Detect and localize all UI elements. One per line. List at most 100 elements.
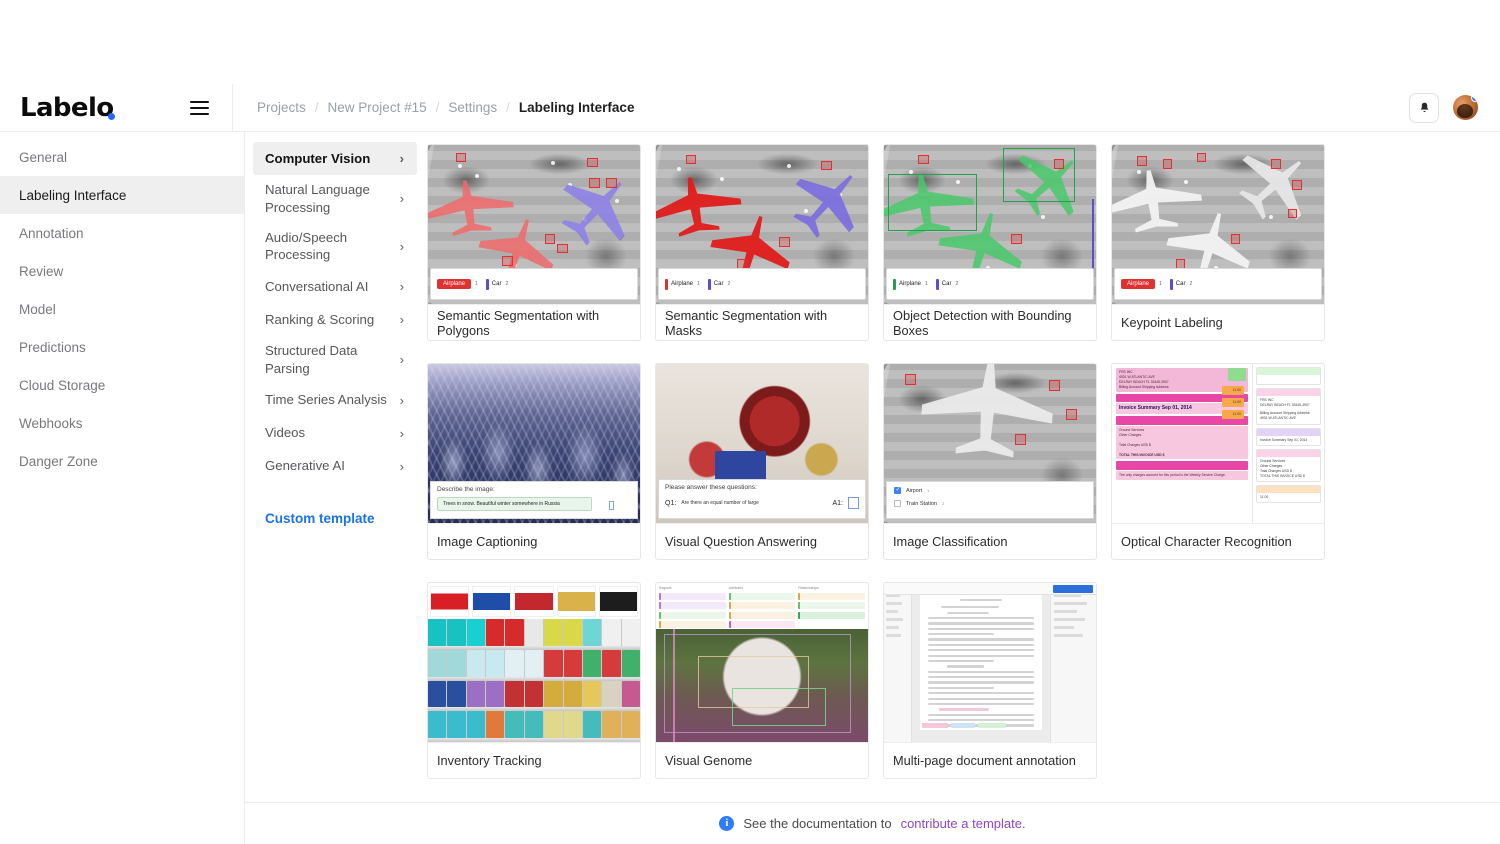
sidebar-item-model[interactable]: Model xyxy=(0,290,244,328)
template-card-title: Semantic Segmentation with Polygons xyxy=(437,307,600,338)
template-card-image-classification[interactable]: Airport 1 Train Station 2 Image Classifi… xyxy=(883,363,1097,560)
chevron-right-icon: › xyxy=(399,278,404,294)
template-preview-image: Airplane 1 Car 2 xyxy=(1112,145,1324,305)
sidebar-item-labeling-interface[interactable]: Labeling Interface xyxy=(0,176,244,214)
ocr-amount: 11.00 xyxy=(1222,386,1244,395)
ocr-amount: 11.00 xyxy=(1222,397,1244,407)
template-card-title: Image Captioning xyxy=(437,534,538,549)
region-column-header: Relationships xyxy=(798,586,819,590)
template-grid-area: Airplane 1 Car 2 Semantic Segmentation w… xyxy=(425,132,1500,802)
footer-bar: i See the documentation to contribute a … xyxy=(245,802,1500,844)
template-card-visual-question-answering[interactable]: Please answer these questions: Q1: Are t… xyxy=(655,363,869,560)
chevron-right-icon: › xyxy=(399,425,404,441)
classification-option-airport[interactable]: Airport 1 xyxy=(894,486,1086,494)
vqa-answer-input[interactable] xyxy=(848,497,859,509)
ocr-text: 11.00 xyxy=(1260,495,1269,500)
product-reference-strip xyxy=(428,583,640,619)
category-structured-data-parsing[interactable]: Structured Data Parsing › xyxy=(253,336,417,384)
template-card-semantic-segmentation-polygons[interactable]: Airplane 1 Car 2 Semantic Segmentation w… xyxy=(427,144,641,341)
ocr-block: Total Charges USD $ xyxy=(1119,442,1151,447)
breadcrumb-separator: / xyxy=(435,100,440,115)
preview-tag-label: Airplane xyxy=(1121,279,1156,289)
panda-image xyxy=(656,629,868,742)
category-ranking-scoring[interactable]: Ranking & Scoring › xyxy=(253,303,417,336)
preview-tag-airplane: Airplane 1 xyxy=(437,279,478,289)
document-sidebar-panel xyxy=(1050,583,1096,742)
chevron-right-icon: › xyxy=(399,311,404,327)
preview-tag-airplane: Airplane 1 xyxy=(893,278,928,290)
option-hotkey: 1 xyxy=(927,488,930,493)
bell-icon xyxy=(1420,102,1428,112)
category-label: Computer Vision xyxy=(265,150,371,166)
category-computer-vision[interactable]: Computer Vision › xyxy=(253,142,417,175)
template-card-title: Object Detection with Bounding Boxes xyxy=(893,307,1072,338)
sidebar-item-cloud-storage[interactable]: Cloud Storage xyxy=(0,366,244,404)
preview-tag-label: Car xyxy=(491,281,502,287)
template-card-inventory-tracking[interactable]: Inventory Tracking xyxy=(427,582,641,779)
template-preview-image: FRS INC 4931 W ATLANTIC AVE DELRAY BEACH… xyxy=(1112,364,1324,524)
template-card-visual-genome[interactable]: Regions Attributes Relationships Visual … xyxy=(655,582,869,779)
template-grid: Airplane 1 Car 2 Semantic Segmentation w… xyxy=(425,138,1500,779)
preview-tag-airplane: Airplane 1 xyxy=(665,278,700,290)
sidebar-item-danger-zone[interactable]: Danger Zone xyxy=(0,442,244,480)
hamburger-icon[interactable] xyxy=(180,89,218,127)
template-card-title: Multi-page document annotation xyxy=(893,753,1076,768)
breadcrumb-item-project[interactable]: New Project #15 xyxy=(328,100,427,115)
category-audio-speech-processing[interactable]: Audio/Speech Processing › xyxy=(253,223,417,271)
ocr-text: TOTAL THIS INVOICE USD $ xyxy=(1260,473,1305,478)
sidebar-item-review[interactable]: Review xyxy=(0,252,244,290)
category-label: Videos xyxy=(265,425,306,441)
sidebar-item-webhooks[interactable]: Webhooks xyxy=(0,404,244,442)
custom-template-link[interactable]: Custom template xyxy=(253,501,417,526)
app-header: Labelo Projects / New Project #15 / Sett… xyxy=(0,83,1500,132)
preview-tag-car: Car 2 xyxy=(707,278,731,290)
template-category-list: Computer Vision › Natural Language Proce… xyxy=(245,132,425,844)
template-card-title: Visual Question Answering xyxy=(665,534,817,549)
notifications-button[interactable] xyxy=(1409,92,1439,123)
template-card-image-captioning[interactable]: Describe the image: Trees in snow. Beaut… xyxy=(427,363,641,560)
breadcrumb-item-settings[interactable]: Settings xyxy=(448,100,497,115)
sidebar-item-predictions[interactable]: Predictions xyxy=(0,328,244,366)
document-outline-panel xyxy=(884,583,912,742)
breadcrumb-item-current: Labeling Interface xyxy=(518,100,635,115)
template-card-ocr[interactable]: FRS INC 4931 W ATLANTIC AVE DELRAY BEACH… xyxy=(1111,363,1325,560)
avatar[interactable] xyxy=(1453,95,1478,120)
classification-option-train-station[interactable]: Train Station 2 xyxy=(894,500,1086,507)
preview-label-strip: Airplane 1 Car 2 xyxy=(886,268,1094,300)
preview-tag-hotkey: 1 xyxy=(925,280,928,287)
category-generative-ai[interactable]: Generative AI › xyxy=(253,450,417,483)
template-preview-image xyxy=(884,583,1096,743)
document-page-view xyxy=(912,583,1050,742)
preview-tag-hotkey: 1 xyxy=(697,280,700,287)
sidebar-item-general[interactable]: General xyxy=(0,138,244,176)
category-videos[interactable]: Videos › xyxy=(253,417,417,450)
document-submit-button[interactable] xyxy=(1053,585,1093,593)
preview-label-strip: Airplane 1 Car 2 xyxy=(430,268,638,300)
category-label: Ranking & Scoring xyxy=(265,311,375,327)
category-label: Conversational AI xyxy=(265,278,369,294)
ocr-block: Other Charges xyxy=(1119,432,1142,437)
preview-tag-car: Car 2 xyxy=(935,278,958,290)
caption-answer: Trees in snow. Beautiful winter somewher… xyxy=(437,497,593,511)
template-card-title: Visual Genome xyxy=(665,753,753,768)
category-conversational-ai[interactable]: Conversational AI › xyxy=(253,270,417,303)
preview-tag-label: Car xyxy=(941,281,952,287)
template-card-object-detection[interactable]: Airplane 1 Car 2 Object Detection with B… xyxy=(883,144,1097,341)
contribute-template-link[interactable]: contribute a template. xyxy=(901,816,1026,831)
template-card-semantic-segmentation-masks[interactable]: Airplane 1 Car 2 Semantic Segmentation w… xyxy=(655,144,869,341)
chevron-right-icon: › xyxy=(399,392,404,408)
template-preview-image: Airplane 1 Car 2 xyxy=(428,145,640,305)
template-card-multipage-document[interactable]: Multi-page document annotation xyxy=(883,582,1097,779)
category-time-series-analysis[interactable]: Time Series Analysis › xyxy=(253,384,417,417)
app-logo[interactable]: Labelo xyxy=(20,95,115,121)
preview-label-strip: Airplane 1 Car 2 xyxy=(658,268,866,300)
breadcrumb: Projects / New Project #15 / Settings / … xyxy=(233,100,634,115)
sidebar-item-annotation[interactable]: Annotation xyxy=(0,214,244,252)
preview-tag-hotkey: 2 xyxy=(727,280,731,287)
preview-tag-car: Car 2 xyxy=(1169,278,1192,290)
chevron-right-icon: › xyxy=(399,352,404,368)
breadcrumb-item-projects[interactable]: Projects xyxy=(257,100,306,115)
preview-label-strip: Airplane 1 Car 2 xyxy=(1114,268,1322,300)
template-card-keypoint-labeling[interactable]: Airplane 1 Car 2 Keypoint Labeling xyxy=(1111,144,1325,341)
category-natural-language-processing[interactable]: Natural Language Processing › xyxy=(253,175,417,223)
